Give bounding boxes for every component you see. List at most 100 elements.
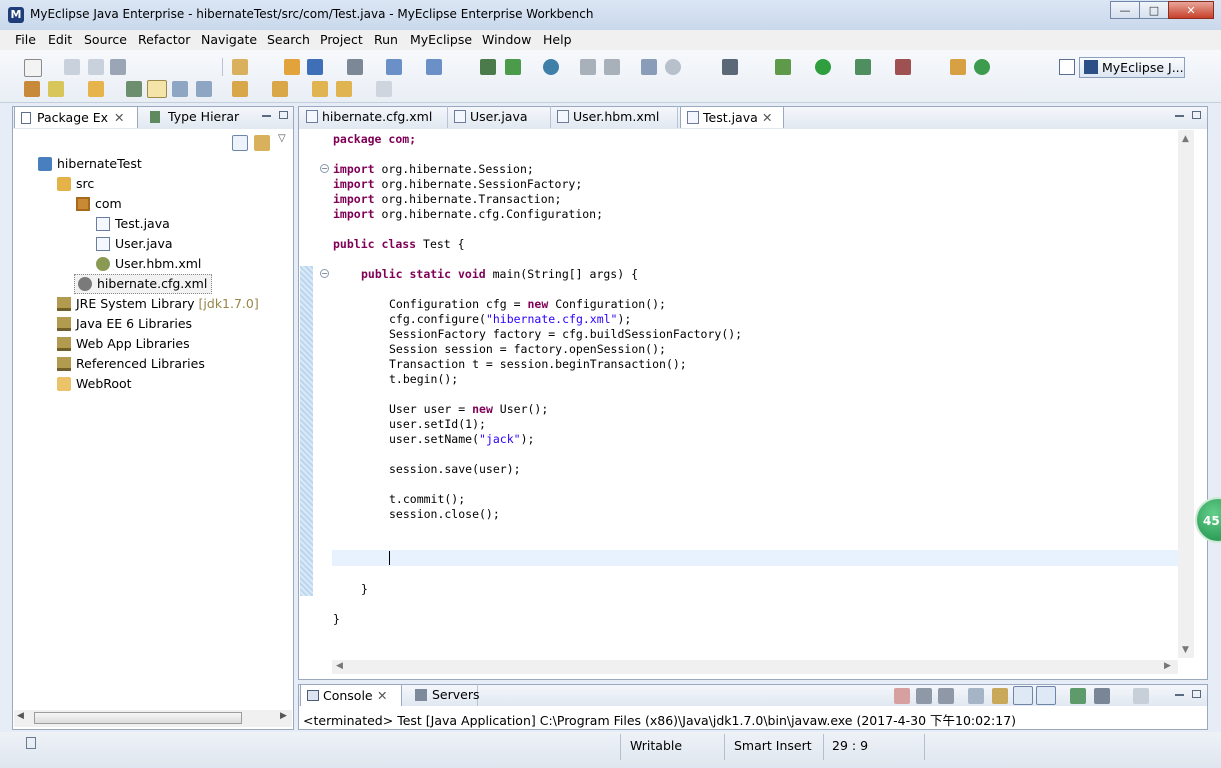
- tree-item-selected[interactable]: hibernate.cfg.xml: [74, 274, 213, 294]
- editor-tab-user-java[interactable]: User.java: [448, 106, 551, 128]
- server-icon[interactable]: [307, 59, 323, 75]
- display-selected-console-icon[interactable]: [1094, 688, 1110, 704]
- last-edit-location-icon[interactable]: [312, 81, 328, 97]
- code-line[interactable]: import org.hibernate.cfg.Configuration;: [333, 207, 603, 222]
- code-line[interactable]: import org.hibernate.Transaction;: [333, 192, 561, 207]
- tree-item[interactable]: Web App Libraries: [57, 334, 190, 354]
- close-icon[interactable]: ✕: [114, 107, 124, 129]
- deploy-icon[interactable]: [284, 59, 300, 75]
- tree-item[interactable]: Java EE 6 Libraries: [57, 314, 192, 334]
- menu-window[interactable]: Window: [482, 32, 531, 47]
- show-whitespace-icon[interactable]: [196, 81, 212, 97]
- menu-refactor[interactable]: Refactor: [138, 32, 190, 47]
- open-project-icon[interactable]: [24, 81, 40, 97]
- external-tools-icon[interactable]: [895, 59, 911, 75]
- editor-tab-user-hbm[interactable]: User.hbm.xml: [551, 106, 678, 128]
- block-selection-icon[interactable]: [172, 81, 188, 97]
- code-line[interactable]: import org.hibernate.Session;: [333, 162, 534, 177]
- open-folder-icon[interactable]: [88, 81, 104, 97]
- code-line[interactable]: cfg.configure("hibernate.cfg.xml");: [389, 312, 631, 327]
- next-annotation-icon[interactable]: [232, 81, 248, 97]
- maximize-button[interactable]: □: [1139, 1, 1169, 19]
- menu-source[interactable]: Source: [84, 32, 127, 47]
- scroll-down-icon[interactable]: ▼: [1182, 645, 1189, 655]
- fast-view-icon[interactable]: [26, 737, 36, 749]
- scroll-lock-icon[interactable]: [992, 688, 1008, 704]
- close-button[interactable]: ✕: [1168, 1, 1214, 19]
- menu-file[interactable]: File: [15, 32, 36, 47]
- code-line[interactable]: SessionFactory factory = cfg.buildSessio…: [389, 327, 742, 342]
- show-console-stderr-icon[interactable]: [1036, 686, 1056, 705]
- tree-item[interactable]: Referenced Libraries: [57, 354, 205, 374]
- run-history-icon[interactable]: [855, 59, 871, 75]
- clear-console-icon[interactable]: [968, 688, 984, 704]
- maximize-view-icon[interactable]: [1192, 111, 1201, 119]
- menu-help[interactable]: Help: [543, 32, 572, 47]
- fold-collapse-icon[interactable]: −: [320, 269, 329, 278]
- code-line[interactable]: t.commit();: [389, 492, 465, 507]
- tree-item[interactable]: Test.java: [96, 214, 170, 234]
- close-icon[interactable]: ✕: [377, 685, 387, 707]
- debug-icon[interactable]: [775, 59, 791, 75]
- new-class-icon[interactable]: [480, 59, 496, 75]
- back-icon[interactable]: [336, 81, 352, 97]
- code-line[interactable]: t.begin();: [389, 372, 458, 387]
- code-line[interactable]: public static void main(String[] args) {: [361, 267, 638, 282]
- open-console-icon[interactable]: [347, 59, 363, 75]
- new-web-project-icon[interactable]: [232, 59, 248, 75]
- link-with-editor-icon[interactable]: [254, 135, 270, 151]
- close-icon[interactable]: ✕: [762, 107, 772, 129]
- menu-search[interactable]: Search: [267, 32, 310, 47]
- tree-item[interactable]: WebRoot: [57, 374, 132, 394]
- code-line[interactable]: Configuration cfg = new Configuration();: [389, 297, 666, 312]
- maximize-view-icon[interactable]: [1192, 690, 1201, 698]
- view-menu-icon[interactable]: ▽: [278, 133, 286, 144]
- undo-icon[interactable]: [580, 59, 596, 75]
- print-icon[interactable]: [110, 59, 126, 75]
- menu-navigate[interactable]: Navigate: [201, 32, 257, 47]
- console-output[interactable]: <terminated> Test [Java Application] C:\…: [303, 710, 1016, 729]
- menu-myeclipse[interactable]: MyEclipse: [410, 32, 472, 47]
- tab-type-hierarchy[interactable]: Type Hierar: [148, 106, 240, 128]
- scroll-up-icon[interactable]: ▲: [1182, 134, 1189, 144]
- fold-collapse-icon[interactable]: −: [320, 164, 329, 173]
- search-icon[interactable]: [426, 59, 442, 75]
- maximize-view-icon[interactable]: [279, 111, 288, 119]
- tree-item[interactable]: src: [57, 174, 94, 194]
- open-console-icon[interactable]: [1133, 688, 1149, 704]
- remove-launch-icon[interactable]: [916, 688, 932, 704]
- horizontal-scrollbar[interactable]: [332, 660, 1178, 674]
- code-line[interactable]: session.close();: [389, 507, 500, 522]
- scroll-left-icon[interactable]: ◀: [17, 711, 24, 721]
- tab-servers[interactable]: Servers: [410, 684, 480, 706]
- minimize-button[interactable]: —: [1110, 1, 1140, 19]
- tab-package-explorer[interactable]: Package Ex ✕: [14, 106, 138, 128]
- menu-edit[interactable]: Edit: [48, 32, 72, 47]
- refresh-icon[interactable]: [974, 59, 990, 75]
- package-manager-icon[interactable]: [950, 59, 966, 75]
- previous-annotation-icon[interactable]: [272, 81, 288, 97]
- globe-icon[interactable]: [665, 59, 681, 75]
- tree-item[interactable]: JRE System Library [jdk1.7.0]: [57, 294, 259, 314]
- highlight-icon[interactable]: [147, 80, 167, 98]
- browser-icon[interactable]: [543, 59, 559, 75]
- pin-icon[interactable]: [48, 81, 64, 97]
- terminate-icon[interactable]: [894, 688, 910, 704]
- tree-item[interactable]: User.hbm.xml: [96, 254, 201, 274]
- tree-item[interactable]: User.java: [96, 234, 173, 254]
- code-line[interactable]: public class Test {: [333, 237, 465, 252]
- scroll-left-icon[interactable]: ◀: [336, 661, 343, 671]
- code-line[interactable]: user.setId(1);: [389, 417, 486, 432]
- pin-console-icon[interactable]: [1070, 688, 1086, 704]
- remove-all-terminated-icon[interactable]: [938, 688, 954, 704]
- open-type-icon[interactable]: [386, 59, 402, 75]
- editor-tab-hibernate-cfg[interactable]: hibernate.cfg.xml: [300, 106, 448, 128]
- menu-run[interactable]: Run: [374, 32, 398, 47]
- code-line[interactable]: }: [333, 612, 340, 627]
- new-icon[interactable]: [24, 59, 42, 77]
- minimize-view-icon[interactable]: [262, 114, 271, 117]
- forward-icon[interactable]: [376, 81, 392, 97]
- toggle-mark-occurrences-icon[interactable]: [126, 81, 142, 97]
- minimize-view-icon[interactable]: [1175, 693, 1184, 696]
- perspective-button[interactable]: MyEclipse J...: [1079, 57, 1185, 78]
